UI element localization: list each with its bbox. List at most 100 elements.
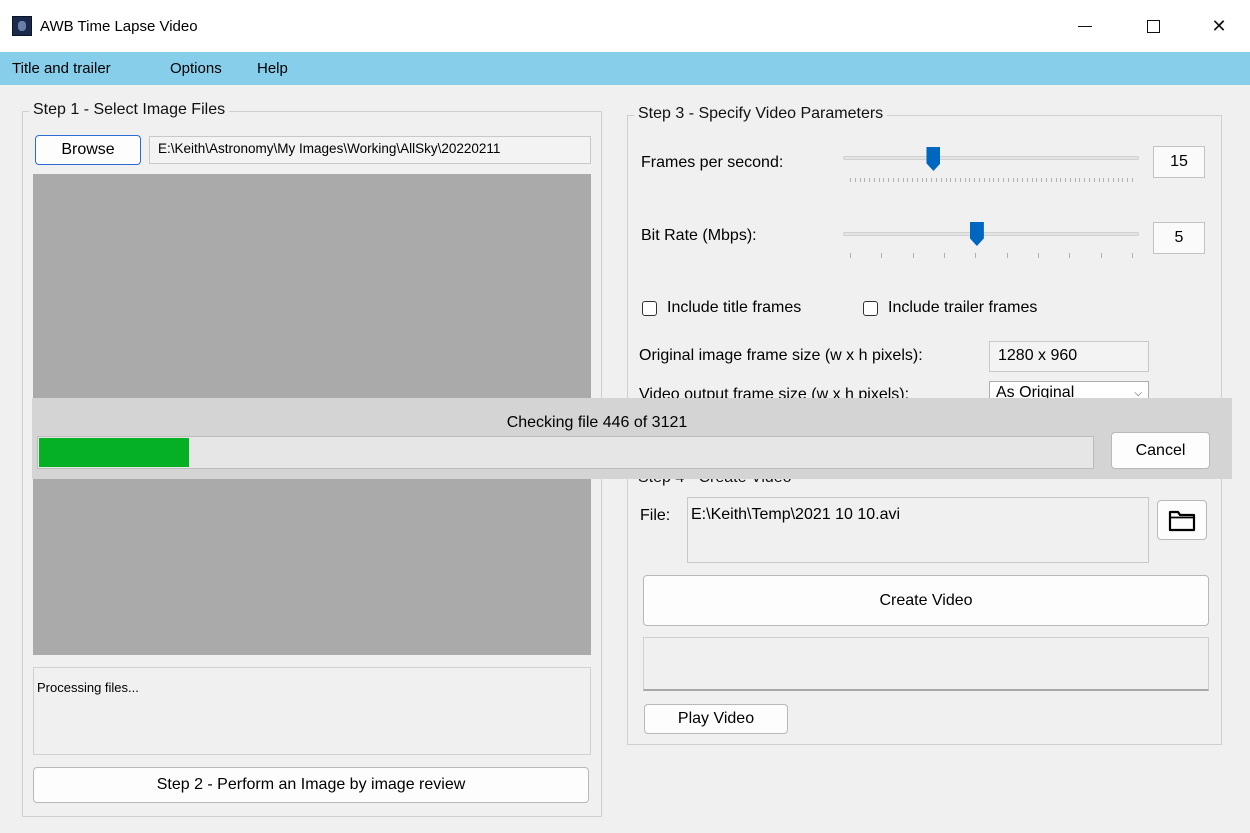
slider-tick (974, 178, 976, 182)
slider-tick (1074, 178, 1076, 182)
bitrate-value[interactable]: 5 (1153, 222, 1205, 254)
menu-bar: Title and trailer Options Help (0, 52, 1250, 85)
slider-tick (850, 253, 851, 258)
slider-tick (864, 178, 866, 182)
progress-message: Checking file 446 of 3121 (506, 414, 688, 431)
slider-tick (1002, 178, 1004, 182)
slider-tick (1093, 178, 1095, 182)
slider-tick (883, 178, 885, 182)
file-label: File: (640, 507, 671, 524)
minimize-icon (1078, 25, 1092, 27)
minimize-button[interactable] (1062, 6, 1108, 46)
maximize-button[interactable] (1130, 6, 1176, 46)
slider-tick (1060, 178, 1062, 182)
menu-title-and-trailer[interactable]: Title and trailer (12, 60, 111, 77)
slider-tick (893, 178, 895, 182)
slider-tick (945, 178, 947, 182)
include-trailer-checkbox[interactable] (863, 301, 878, 316)
fps-slider-ticks (850, 178, 1133, 186)
slider-tick (921, 178, 923, 182)
slider-tick (955, 178, 957, 182)
slider-tick (983, 178, 985, 182)
slider-tick (1050, 178, 1052, 182)
image-folder-path: E:\Keith\Astronomy\My Images\Working\All… (149, 136, 591, 164)
browse-output-button[interactable] (1157, 500, 1207, 540)
slider-tick (888, 178, 890, 182)
step2-review-button[interactable]: Step 2 - Perform an Image by image revie… (33, 767, 589, 803)
bitrate-label: Bit Rate (Mbps): (641, 227, 757, 244)
menu-options[interactable]: Options (170, 60, 222, 77)
output-file-path-text: E:\Keith\Temp\2021 10 10.avi (691, 506, 901, 523)
folder-icon (1168, 510, 1196, 532)
slider-tick (1112, 178, 1114, 182)
close-icon: ✕ (1211, 15, 1227, 36)
slider-tick (1012, 178, 1014, 182)
slider-tick (1127, 178, 1129, 182)
include-title-label[interactable]: Include title frames (667, 299, 801, 317)
app-icon (12, 16, 32, 36)
slider-tick (1103, 178, 1105, 182)
slider-tick (912, 178, 914, 182)
slider-tick (859, 178, 861, 182)
slider-tick (1108, 178, 1110, 182)
slider-tick (1088, 178, 1090, 182)
slider-tick (1026, 178, 1028, 182)
slider-tick (1017, 178, 1019, 182)
slider-tick (988, 178, 990, 182)
slider-tick (931, 178, 933, 182)
slider-tick (1036, 178, 1038, 182)
slider-tick (878, 178, 880, 182)
include-title-checkbox[interactable] (642, 301, 657, 316)
processing-log-text: Processing files... (37, 680, 139, 695)
cancel-button[interactable]: Cancel (1111, 432, 1210, 469)
progress-bar (37, 436, 1094, 469)
slider-tick (969, 178, 971, 182)
slider-tick (1079, 178, 1081, 182)
bitrate-slider-track[interactable] (843, 232, 1139, 236)
slider-tick (950, 178, 952, 182)
close-button[interactable]: ✕ (1196, 6, 1242, 46)
video-status-panel (643, 637, 1209, 691)
fps-slider-track[interactable] (843, 156, 1139, 160)
slider-tick (1132, 253, 1133, 258)
slider-tick (916, 178, 918, 182)
slider-tick (998, 178, 1000, 182)
progress-bar-fill (39, 438, 190, 467)
slider-tick (881, 253, 883, 258)
slider-tick (873, 178, 875, 182)
slider-tick (1022, 178, 1024, 182)
slider-tick (1055, 178, 1057, 182)
slider-tick (907, 178, 909, 182)
play-video-button[interactable]: Play Video (644, 704, 788, 734)
slider-tick (959, 178, 961, 182)
slider-tick (993, 178, 995, 182)
slider-tick (1045, 178, 1047, 182)
slider-tick (1006, 253, 1008, 258)
slider-tick (926, 178, 928, 182)
original-size-value: 1280 x 960 (989, 341, 1149, 372)
window-title: AWB Time Lapse Video (40, 18, 198, 35)
slider-tick (1065, 178, 1067, 182)
slider-tick (902, 178, 904, 182)
slider-tick (979, 178, 981, 182)
slider-tick (944, 253, 945, 258)
include-trailer-label[interactable]: Include trailer frames (888, 299, 1037, 317)
slider-tick (1122, 178, 1124, 182)
output-file-path: E:\Keith\Temp\2021 10 10.avi (687, 497, 1149, 563)
slider-tick (940, 178, 942, 182)
menu-help[interactable]: Help (257, 60, 288, 77)
browse-button[interactable]: Browse (35, 135, 141, 165)
fps-label: Frames per second: (641, 154, 784, 171)
slider-tick (1132, 178, 1133, 182)
slider-tick (912, 253, 914, 258)
slider-tick (850, 178, 851, 182)
title-bar: AWB Time Lapse Video ✕ (0, 0, 1250, 52)
create-video-button[interactable]: Create Video (643, 575, 1209, 626)
slider-tick (897, 178, 899, 182)
slider-tick (1100, 253, 1102, 258)
slider-tick (854, 178, 856, 182)
slider-tick (1038, 253, 1039, 258)
step3-legend: Step 3 - Specify Video Parameters (634, 105, 888, 123)
slider-tick (1007, 178, 1009, 182)
fps-value[interactable]: 15 (1153, 146, 1205, 178)
